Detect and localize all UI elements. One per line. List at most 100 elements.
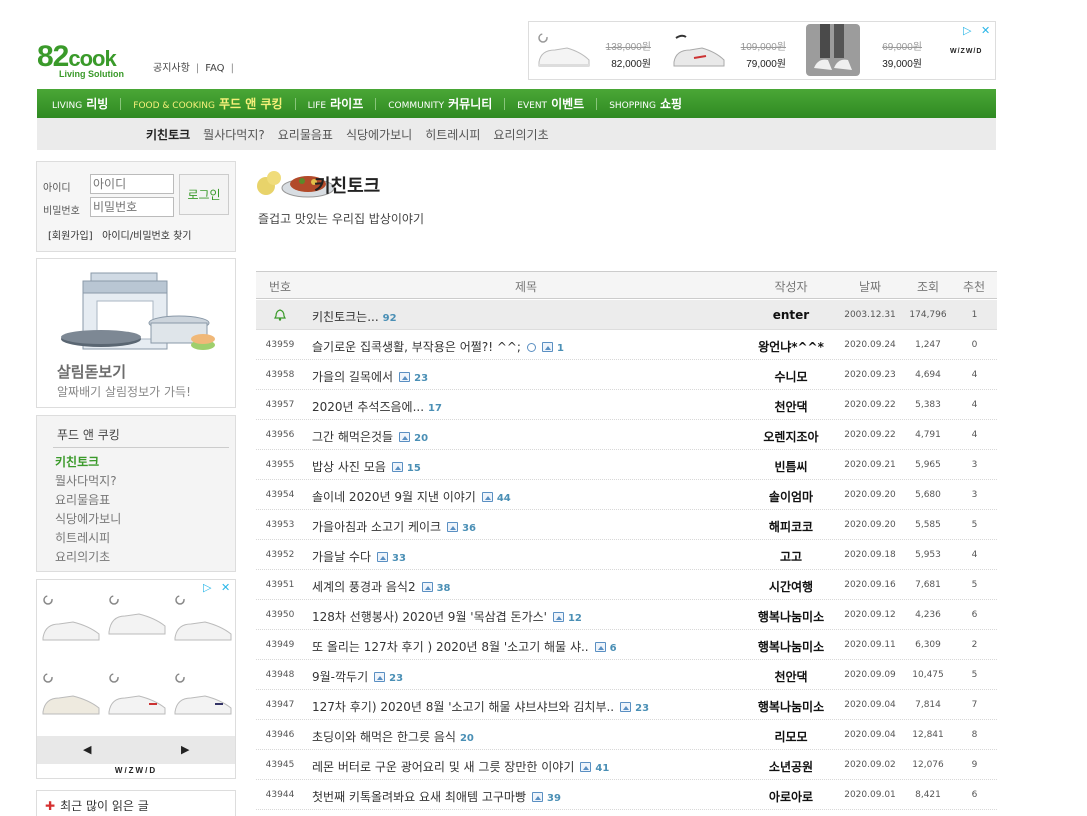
id-input[interactable] (90, 174, 174, 194)
top-banner-ad[interactable]: 138,000원 82,000원 109,000원 79,000원 69,000… (528, 21, 996, 80)
password-input[interactable] (90, 197, 174, 217)
subnav-kitchen-talk[interactable]: 키친토크 (146, 126, 190, 143)
image-icon (481, 492, 493, 502)
post-title[interactable]: 128차 선행봉사) 2020년 9월 '목삼겹 돈가스' 12 (312, 608, 582, 625)
ad-old-price: 69,000원 (882, 42, 922, 53)
table-row[interactable]: 43950 128차 선행봉사) 2020년 9월 '목삼겹 돈가스' 12 행복나눔… (256, 600, 997, 630)
nav-shopping[interactable]: SHOPPING 쇼핑 (609, 95, 682, 112)
post-title[interactable]: 9월-깍두기 23 (312, 668, 403, 685)
post-title[interactable]: 127차 후기) 2020년 8월 '소고기 해물 샤브샤브와 김치부.. 23 (312, 698, 649, 715)
post-title[interactable]: 키친토크는... 92 (312, 308, 397, 325)
nav-community[interactable]: COMMUNITY 커뮤니티 (388, 95, 492, 112)
post-title[interactable]: 가을의 길목에서 23 (312, 368, 428, 385)
post-title[interactable]: 밥상 사진 모음 15 (312, 458, 421, 475)
subnav-what-to-buy[interactable]: 뭘사다먹지? (203, 126, 265, 143)
post-date: 2020.09.01 (844, 790, 896, 800)
close-icon[interactable]: ✕ (981, 24, 990, 37)
next-arrow-icon[interactable]: ▶ (181, 743, 189, 756)
table-row[interactable]: 43955 밥상 사진 모음 15 빈틈씨 2020.09.21 5,965 3 (256, 450, 997, 480)
subnav-restaurants[interactable]: 식당에가보니 (346, 126, 412, 143)
post-title[interactable]: 레몬 버터로 구운 광어요리 및 새 그릇 장만한 이야기 41 (312, 758, 609, 775)
nav-en-label: FOOD & COOKING (133, 101, 216, 111)
post-number: 43955 (265, 460, 295, 470)
main-nav: LIVING 리빙 FOOD & COOKING 푸드 앤 쿠킹 LIFE 라이프 C… (37, 89, 996, 118)
post-title[interactable]: 그간 해먹은것들 20 (312, 428, 428, 445)
notice-link[interactable]: 공지사항 (153, 63, 190, 74)
post-recommend: 3 (971, 460, 978, 470)
side-banner-ad[interactable]: ▷ ✕ ◀ ▶ W/ZW/D (36, 579, 236, 779)
table-row[interactable]: 43958 가을의 길목에서 23 수니모 2020.09.23 4,694 4 (256, 360, 997, 390)
post-title[interactable]: 또 올리는 127차 후기 ) 2020년 8월 '소고기 해물 샤.. 6 (312, 638, 617, 655)
post-views: 7,814 (915, 700, 941, 710)
post-views: 1,247 (915, 340, 941, 350)
site-logo[interactable]: 82cook Living Solution (37, 42, 137, 82)
post-views: 174,796 (909, 310, 947, 320)
post-title-text: 9월-깍두기 (312, 670, 369, 684)
category-item[interactable]: 식당에가보니 (55, 510, 121, 529)
table-row[interactable]: 43945 레몬 버터로 구운 광어요리 및 새 그릇 장만한 이야기 41 소년공원… (256, 750, 997, 780)
post-title-text: 128차 선행봉사) 2020년 9월 '목삼겹 돈가스' (312, 610, 547, 624)
table-row[interactable]: 43956 그간 해먹은것들 20 오렌지조아 2020.09.22 4,791 4 (256, 420, 997, 450)
post-title[interactable]: 세계의 풍경과 음식2 38 (312, 578, 451, 595)
post-title[interactable]: 초딩이와 해먹은 한그릇 음식 20 (312, 728, 474, 745)
category-item[interactable]: 키친토크 (55, 453, 121, 472)
link-separator: | (195, 63, 200, 74)
nav-event[interactable]: EVENT 이벤트 (517, 95, 584, 112)
table-row[interactable]: 43948 9월-깍두기 23 천안댁 2020.09.09 10,475 5 (256, 660, 997, 690)
table-row[interactable]: 43954 솔이네 2020년 9월 지낸 이야기 44 솔이엄마 2020.09.20… (256, 480, 997, 510)
table-row[interactable]: 43953 가을아침과 소고기 케이크 36 해피코코 2020.09.20 5,585 5 (256, 510, 997, 540)
adchoices-icon[interactable]: ▷ (203, 581, 211, 594)
login-button[interactable]: 로그인 (179, 174, 229, 215)
table-row[interactable]: 43947 127차 후기) 2020년 8월 '소고기 해물 샤브샤브와 김치부… (256, 690, 997, 720)
nav-food-cooking[interactable]: FOOD & COOKING 푸드 앤 쿠킹 (133, 95, 282, 112)
login-links: [회원가입] 아이디/비밀번호 찾기 (48, 227, 192, 242)
category-item[interactable]: 요리물음표 (55, 491, 121, 510)
post-title[interactable]: 가을아침과 소고기 케이크 36 (312, 518, 476, 535)
post-title[interactable]: 슬기로운 집콕생활, 부작용은 어쩔?! ^^; 1 (312, 338, 564, 355)
faq-link[interactable]: FAQ (205, 63, 224, 74)
post-title-text: 그간 해먹은것들 (312, 430, 394, 444)
adchoices-icon[interactable]: ▷ (963, 24, 971, 37)
nav-divider (120, 97, 122, 110)
recent-popular-title: ✚ 최근 많이 읽은 글 (45, 797, 149, 814)
post-title[interactable]: 솔이네 2020년 9월 지낸 이야기 44 (312, 488, 511, 505)
category-item[interactable]: 히트레시피 (55, 529, 121, 548)
table-row[interactable]: 43946 초딩이와 해먹은 한그릇 음식 20 리모모 2020.09.04 12,84… (256, 720, 997, 750)
notice-row[interactable]: 키친토크는... 92 enter 2003.12.31 174,796 1 (256, 300, 997, 330)
category-item[interactable]: 뭘사다먹지? (55, 472, 121, 491)
image-icon (399, 372, 411, 382)
category-item[interactable]: 요리의기초 (55, 548, 121, 567)
ad-product-3[interactable]: 69,000원 39,000원 (804, 22, 939, 79)
post-title[interactable]: 첫번째 키톡올려봐요 요새 최애템 고구마빵 39 (312, 788, 561, 805)
post-date: 2020.09.16 (844, 580, 896, 590)
post-title[interactable]: 2020년 추석즈음에... 17 (312, 398, 442, 415)
close-icon[interactable]: ✕ (221, 581, 230, 594)
post-views: 10,475 (912, 670, 944, 680)
find-account-link[interactable]: 아이디/비밀번호 찾기 (102, 231, 191, 242)
subnav-cooking-qa[interactable]: 요리물음표 (278, 126, 333, 143)
subnav-hit-recipes[interactable]: 히트레시피 (425, 126, 480, 143)
prev-arrow-icon[interactable]: ◀ (83, 743, 91, 756)
image-icon (594, 642, 606, 652)
table-row[interactable]: 43949 또 올리는 127차 후기 ) 2020년 8월 '소고기 해물 샤.… (256, 630, 997, 660)
post-title[interactable]: 가을날 수다 33 (312, 548, 406, 565)
post-views: 5,383 (915, 400, 941, 410)
table-row[interactable]: 43957 2020년 추석즈음에... 17 천안댁 2020.09.22 5,383 4 (256, 390, 997, 420)
nav-life[interactable]: LIFE 라이프 (308, 95, 364, 112)
living-promo-banner[interactable]: 살림돋보기 알짜배기 살림정보가 가득! (36, 258, 236, 408)
table-row[interactable]: 43952 가을날 수다 33 고고 2020.09.18 5,953 4 (256, 540, 997, 570)
comment-count: 41 (595, 763, 610, 774)
post-date: 2003.12.31 (844, 310, 896, 320)
post-views: 12,076 (912, 760, 944, 770)
table-row[interactable]: 43944 첫번째 키톡올려봐요 요새 최애템 고구마빵 39 아로아로 2020.09… (256, 780, 997, 810)
nav-living[interactable]: LIVING 리빙 (52, 95, 108, 112)
post-title-text: 슬기로운 집콕생활, 부작용은 어쩔?! ^^; (312, 340, 521, 354)
subnav-cooking-basics[interactable]: 요리의기초 (493, 126, 548, 143)
ad-product-1[interactable]: 138,000원 82,000원 (529, 22, 664, 79)
table-row[interactable]: 43951 세계의 풍경과 음식2 38 시간여행 2020.09.16 7,681 5 (256, 570, 997, 600)
post-number: 43951 (265, 580, 295, 590)
recent-popular-box[interactable]: ✚ 최근 많이 읽은 글 (36, 790, 236, 816)
ad-product-2[interactable]: 109,000원 79,000원 (664, 22, 799, 79)
signup-link[interactable]: [회원가입] (48, 231, 93, 242)
table-row[interactable]: 43959 슬기로운 집콕생활, 부작용은 어쩔?! ^^; 1 왕언냐*^^* 202… (256, 330, 997, 360)
